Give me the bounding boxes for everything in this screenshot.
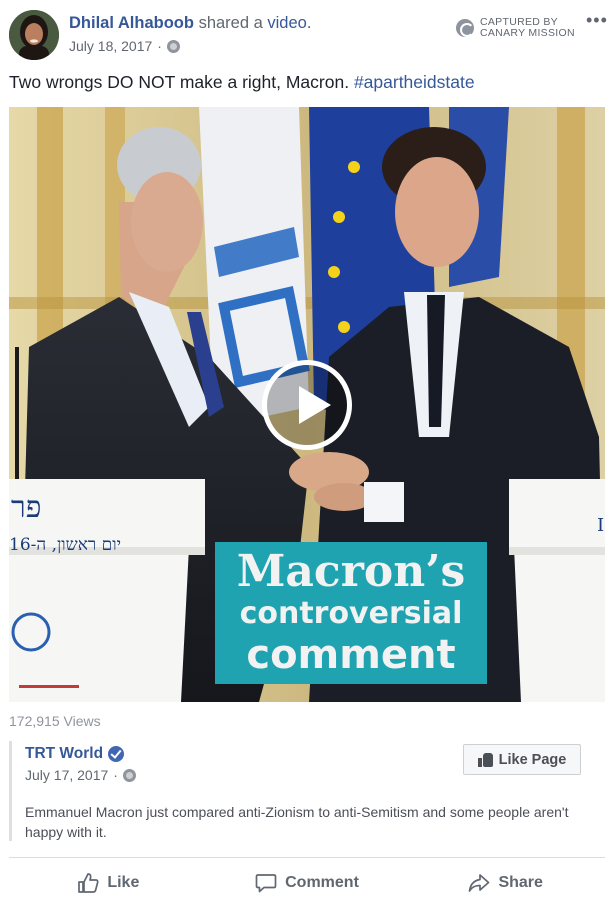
post-date[interactable]: July 18, 2017 [69, 38, 152, 54]
like-thumb-icon [78, 873, 99, 893]
podium-text-right: I [597, 515, 605, 536]
page-name[interactable]: TRT World [25, 745, 103, 763]
shared-page-card: TRT World July 17, 2017 · Like Page Emma… [9, 741, 605, 841]
canary-logo-icon [456, 19, 474, 37]
more-options-icon[interactable]: ••• [586, 10, 608, 31]
podium-text-2: יום ראשון, ה-16 [9, 535, 122, 555]
post-meta: July 18, 2017 · [69, 38, 180, 54]
comment-button[interactable]: Comment [208, 864, 407, 902]
comment-bubble-icon [255, 874, 277, 893]
like-page-label: Like Page [498, 751, 567, 768]
page-post-meta: July 17, 2017 · [25, 767, 136, 783]
like-label: Like [107, 874, 140, 891]
podium-text-1: פר [11, 490, 42, 525]
post-text: Two wrongs DO NOT make a right, Macron. … [9, 72, 475, 93]
page-post-description: Emmanuel Macron just compared anti-Zioni… [25, 804, 569, 840]
like-button[interactable]: Like [9, 864, 208, 902]
actions-divider [9, 857, 605, 858]
play-icon[interactable] [262, 360, 352, 450]
post-header: Dhilal Alhaboob shared a video. July 18,… [0, 0, 616, 66]
shared-object-link[interactable]: video. [267, 14, 311, 32]
post-actions-bar: Like Comment Share [9, 864, 605, 902]
share-button[interactable]: Share [406, 864, 605, 902]
page-name-row: TRT World [25, 745, 125, 763]
caption-line-3: comment [246, 632, 456, 678]
globe-icon [166, 39, 180, 53]
avatar[interactable] [9, 10, 59, 60]
verified-badge-icon [108, 746, 125, 762]
thumbs-up-icon [477, 752, 493, 767]
view-count: 172,915 Views [9, 713, 101, 729]
video-player[interactable]: פר יום ראשון, ה-16 I Macron’s controvers… [9, 107, 605, 702]
globe-icon [122, 768, 136, 782]
caption-line-1: Macron’s [236, 546, 466, 597]
video-caption-box: Macron’s controversial comment [215, 542, 487, 684]
date-separator: · [157, 38, 162, 54]
hashtag-link[interactable]: #apartheidstate [354, 72, 475, 92]
watermark-line2: CANARY MISSION [480, 27, 575, 39]
like-page-button[interactable]: Like Page [463, 744, 581, 775]
comment-label: Comment [285, 874, 359, 891]
shared-verb: shared a [198, 14, 263, 32]
post-text-main: Two wrongs DO NOT make a right, Macron. [9, 72, 350, 92]
post-title-line: Dhilal Alhaboob shared a video. [69, 14, 311, 33]
share-arrow-icon [469, 874, 490, 892]
page-date-separator: · [113, 767, 118, 783]
page-post-date[interactable]: July 17, 2017 [25, 767, 108, 783]
canary-mission-watermark: CAPTURED BY CANARY MISSION [456, 17, 575, 39]
author-name[interactable]: Dhilal Alhaboob [69, 14, 194, 32]
caption-line-2: controversial [239, 596, 463, 631]
share-label: Share [498, 874, 543, 891]
